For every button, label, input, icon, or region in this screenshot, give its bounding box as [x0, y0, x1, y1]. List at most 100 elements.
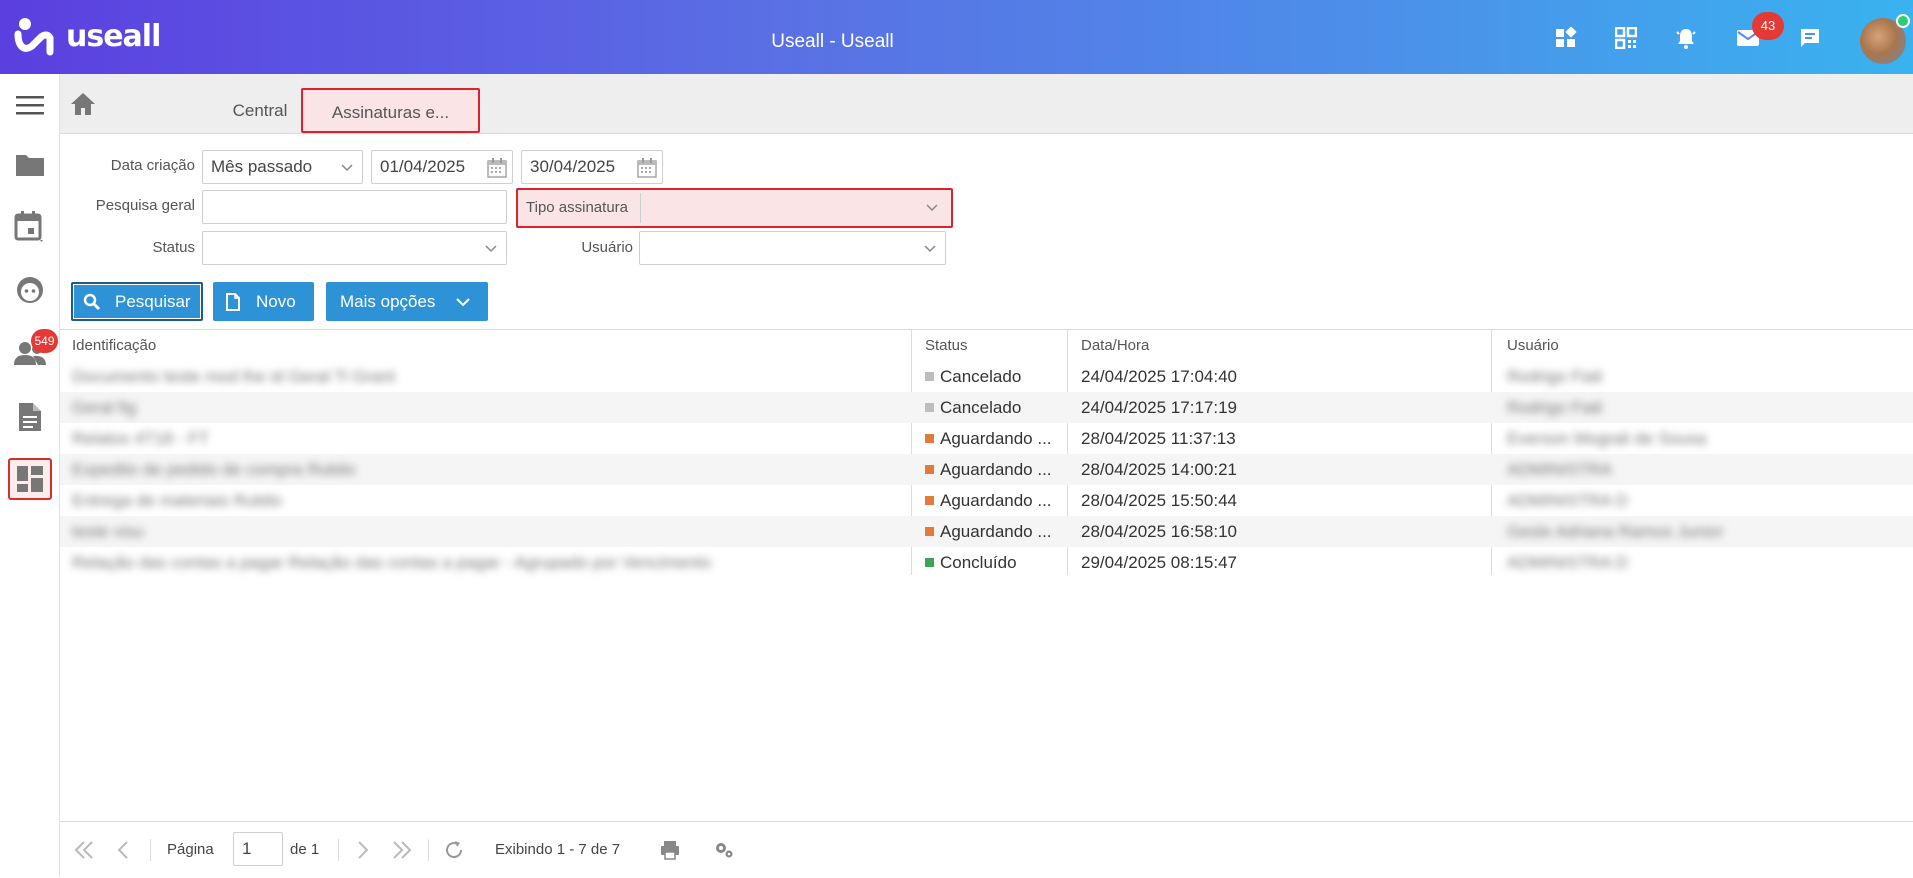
- next-page-icon[interactable]: [350, 838, 374, 862]
- status-text: Aguardando ...: [940, 429, 1052, 448]
- cell-identificacao: Documento teste mod lhe id Geral Ti Gran…: [72, 367, 396, 386]
- cell-status: Cancelado: [925, 392, 1065, 423]
- document-icon[interactable]: [8, 396, 52, 438]
- app-title: Useall - Useall: [771, 31, 894, 52]
- tipo-assinatura-select[interactable]: [640, 193, 947, 223]
- novo-label: Novo: [256, 291, 296, 311]
- pager-divider: [338, 839, 339, 861]
- data-criacao-label: Data criação: [110, 157, 195, 174]
- table-row[interactable]: Relação das contas a pagar Relação das c…: [60, 547, 1913, 578]
- page-number-input[interactable]: 1: [233, 832, 283, 866]
- cell-data-hora: 24/04/2025 17:04:40: [1081, 367, 1237, 386]
- home-icon[interactable]: [70, 92, 96, 116]
- table-row[interactable]: Geral fig Cancelado 24/04/2025 17:17:19 …: [60, 392, 1913, 423]
- cell-usuario: ADMINISTRA D: [1507, 491, 1628, 510]
- chevron-down-icon: [341, 164, 353, 172]
- search-icon: [83, 293, 101, 310]
- dashboard-icon[interactable]: [8, 458, 52, 500]
- header-data-hora[interactable]: Data/Hora: [1081, 330, 1149, 362]
- cell-identificacao: teste visu: [72, 522, 144, 541]
- notification-bell-icon[interactable]: [1673, 25, 1699, 51]
- settings-gears-icon[interactable]: [712, 838, 736, 862]
- calendar-picker-icon[interactable]: [636, 157, 658, 179]
- exibindo-label: Exibindo 1 - 7 de 7: [495, 841, 621, 858]
- table-row[interactable]: Relatos 4T18 - FT Aguardando ... 28/04/2…: [60, 423, 1913, 454]
- status-text: Concluído: [940, 553, 1017, 572]
- cell-data-hora: 29/04/2025 08:15:47: [1081, 553, 1237, 572]
- cell-data-hora: 28/04/2025 15:50:44: [1081, 491, 1237, 510]
- status-color-dot: [925, 403, 934, 412]
- status-color-dot: [925, 496, 934, 505]
- tipo-assinatura-field[interactable]: Tipo assinatura: [516, 188, 953, 228]
- pagina-label: Página: [167, 841, 214, 858]
- cell-usuario: ADMINISTRA: [1507, 460, 1612, 479]
- status-color-dot: [925, 558, 934, 567]
- print-icon[interactable]: [658, 838, 682, 862]
- menu-icon[interactable]: [8, 84, 52, 126]
- chevron-down-icon: [456, 297, 471, 306]
- date-to-input[interactable]: 30/04/2025: [521, 150, 663, 184]
- cell-data-hora: 28/04/2025 11:37:13: [1081, 429, 1236, 448]
- qr-code-icon[interactable]: [1613, 25, 1639, 51]
- period-select-value: Mês passado: [211, 157, 313, 176]
- cell-usuario: Everson Mograli de Sousa: [1507, 429, 1707, 448]
- cell-data-hora: 24/04/2025 17:17:19: [1081, 398, 1237, 417]
- header-usuario[interactable]: Usuário: [1507, 330, 1559, 362]
- calendar-icon[interactable]: [8, 206, 52, 248]
- date-from-input[interactable]: 01/04/2025: [371, 150, 513, 184]
- cell-identificacao: Expedito de pedido de compra Rubilo: [72, 460, 356, 479]
- calendar-picker-icon[interactable]: [486, 157, 508, 179]
- table-row[interactable]: Expedito de pedido de compra Rubilo Agua…: [60, 454, 1913, 485]
- table-row[interactable]: Entrega de materiais Rubilo Aguardando .…: [60, 485, 1913, 516]
- pesquisar-button[interactable]: Pesquisar: [71, 282, 203, 321]
- cell-data-hora: 28/04/2025 16:58:10: [1081, 522, 1237, 541]
- pesquisar-label: Pesquisar: [115, 291, 191, 311]
- status-text: Aguardando ...: [940, 491, 1052, 510]
- novo-button[interactable]: Novo: [213, 282, 314, 321]
- online-status-dot: [1896, 14, 1910, 28]
- apps-icon[interactable]: [1553, 25, 1579, 51]
- folder-icon[interactable]: [8, 144, 52, 186]
- last-page-icon[interactable]: [390, 838, 414, 862]
- mais-opcoes-button[interactable]: Mais opções: [326, 282, 488, 321]
- first-page-icon[interactable]: [72, 838, 96, 862]
- pesquisa-geral-label: Pesquisa geral: [95, 197, 195, 214]
- chat-icon[interactable]: [1797, 25, 1823, 51]
- chevron-down-icon: [924, 245, 936, 253]
- cell-usuario: ADMINISTRA D: [1507, 553, 1628, 572]
- status-color-dot: [925, 372, 934, 381]
- previous-page-icon[interactable]: [112, 838, 136, 862]
- new-document-icon: [226, 292, 240, 311]
- cell-usuario: Rodrigo Fiali: [1507, 367, 1603, 386]
- face-icon[interactable]: [8, 269, 52, 311]
- table-header: Identificação Status Data/Hora Usuário: [60, 329, 1913, 361]
- status-color-dot: [925, 527, 934, 536]
- table-row[interactable]: teste visu Aguardando ... 28/04/2025 16:…: [60, 516, 1913, 547]
- pager-divider: [150, 839, 151, 861]
- status-text: Cancelado: [940, 367, 1022, 386]
- usuario-label: Usuário: [581, 239, 633, 256]
- pesquisa-geral-input[interactable]: [202, 190, 507, 224]
- table-row[interactable]: Documento teste mod lhe id Geral Ti Gran…: [60, 361, 1913, 392]
- status-select[interactable]: [202, 231, 507, 265]
- mais-opcoes-label: Mais opções: [340, 291, 436, 311]
- status-label: Status: [152, 239, 195, 256]
- cell-identificacao: Geral fig: [72, 398, 137, 417]
- cell-status: Concluído: [925, 547, 1065, 578]
- cell-status: Aguardando ...: [925, 485, 1065, 516]
- header-status[interactable]: Status: [925, 330, 968, 362]
- header-identificacao[interactable]: Identificação: [72, 330, 156, 362]
- cell-status: Cancelado: [925, 361, 1065, 392]
- status-color-dot: [925, 465, 934, 474]
- pager-divider: [428, 839, 429, 861]
- status-text: Aguardando ...: [940, 460, 1052, 479]
- status-text: Cancelado: [940, 398, 1022, 417]
- period-select[interactable]: Mês passado: [202, 150, 363, 184]
- status-color-dot: [925, 434, 934, 443]
- tab-assinaturas[interactable]: Assinaturas e...: [301, 88, 480, 133]
- date-to-value: 30/04/2025: [530, 157, 616, 176]
- usuario-select[interactable]: [639, 231, 946, 265]
- date-from-value: 01/04/2025: [380, 157, 466, 176]
- refresh-icon[interactable]: [442, 838, 466, 862]
- cell-identificacao: Relatos 4T18 - FT: [72, 429, 209, 448]
